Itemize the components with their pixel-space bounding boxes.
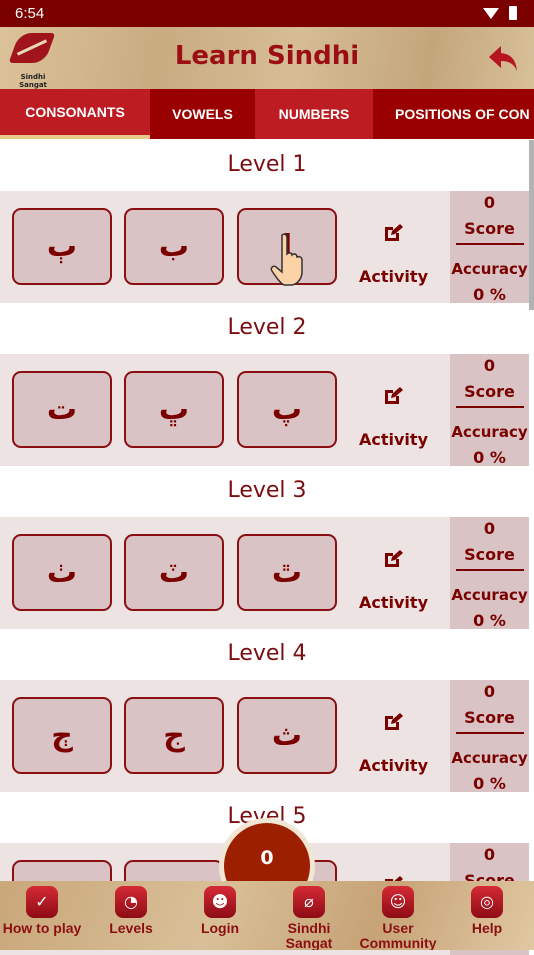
nav-item[interactable]: ⌀ Sindhi Sangat — [264, 886, 354, 950]
letter-button[interactable]: ٺ — [12, 534, 112, 611]
tab-consonants[interactable]: CONSONANTS — [0, 89, 150, 139]
letter-button[interactable]: ج — [124, 697, 224, 774]
divider — [456, 732, 524, 734]
level-row: تڀپ Activity 0 Score Accuracy 0 % — [0, 354, 529, 467]
nav-label: Login — [200, 920, 240, 936]
level-label: Level 3 — [227, 478, 307, 503]
nav-item[interactable]: ◎ Help — [442, 886, 532, 936]
scrollbar[interactable] — [529, 140, 534, 310]
score-label: Score — [464, 708, 515, 727]
nav-label: Levels — [109, 920, 153, 936]
logo-text: Sindhi Sangat — [19, 73, 47, 89]
accuracy-label: Accuracy — [451, 586, 528, 604]
letter-button[interactable]: ٻ — [12, 208, 112, 285]
letter-button[interactable]: ب — [124, 208, 224, 285]
letter-button[interactable]: ڄ — [12, 697, 112, 774]
level-stats: 0 Score Accuracy 0 % — [450, 680, 529, 793]
activity-button[interactable]: Activity — [345, 354, 442, 466]
letter-button[interactable]: ث — [237, 697, 337, 774]
user-icon: ☻ — [204, 886, 236, 918]
tab-positions-of-consonants[interactable]: POSITIONS OF CON — [373, 89, 534, 139]
edit-icon — [385, 387, 403, 404]
page-title: Learn Sindhi — [174, 41, 360, 71]
letter-button[interactable]: پ — [237, 371, 337, 448]
level-stats: 0 Score Accuracy 0 % — [450, 517, 529, 630]
divider — [456, 243, 524, 245]
level-stats: 0 Score Accuracy 0 % — [450, 354, 529, 467]
divider — [456, 406, 524, 408]
app-header: Sindhi Sangat Learn Sindhi — [0, 27, 534, 89]
status-time: 6:54 — [15, 5, 45, 22]
nav-item[interactable]: ☻ Login — [175, 886, 265, 936]
activity-label: Activity — [359, 267, 428, 286]
nav-item[interactable]: ◔ Levels — [86, 886, 176, 936]
score-label: Score — [464, 219, 515, 238]
level-label: Level 4 — [227, 641, 307, 666]
nav-label: Help — [471, 920, 503, 936]
score-value: 0 — [483, 682, 496, 701]
community-icon: ☺ — [382, 886, 414, 918]
sindhi-sangat-icon: ⌀ — [293, 886, 325, 918]
activity-button[interactable]: Activity — [345, 680, 442, 792]
nav-label: How to play — [2, 920, 82, 936]
letter-button[interactable]: ڀ — [124, 371, 224, 448]
nav-label: User Community — [359, 920, 437, 951]
letter-button[interactable]: ت — [12, 371, 112, 448]
bottom-nav: ✓ How to play ◔ Levels ☻ Login ⌀ Sindhi Sangat ☺… — [0, 881, 534, 950]
nav-item[interactable]: ☺ User Community — [353, 886, 443, 950]
activity-button[interactable]: Activity — [345, 517, 442, 629]
level-label: Level 2 — [227, 315, 307, 340]
activity-button[interactable]: Activity — [345, 191, 442, 303]
letter-button[interactable]: ٽ — [124, 534, 224, 611]
lifebuoy-icon: ◎ — [471, 886, 503, 918]
accuracy-label: Accuracy — [451, 749, 528, 767]
accuracy-value: 0 % — [473, 285, 506, 304]
score-value: 0 — [483, 519, 496, 538]
gauge-icon: ◔ — [115, 886, 147, 918]
wifi-icon — [483, 8, 499, 19]
edit-icon — [385, 224, 403, 241]
score-label: Score — [464, 545, 515, 564]
edit-icon — [385, 550, 403, 567]
activity-label: Activity — [359, 430, 428, 449]
accuracy-label: Accuracy — [451, 260, 528, 278]
level-row: ٺٽٿ Activity 0 Score Accuracy 0 % — [0, 517, 529, 630]
tab-vowels[interactable]: VOWELS — [150, 89, 255, 139]
nav-item[interactable]: ✓ How to play — [0, 886, 87, 936]
activity-label: Activity — [359, 593, 428, 612]
accuracy-value: 0 % — [473, 611, 506, 630]
hand-pointer-icon — [270, 233, 303, 286]
nav-label: Sindhi Sangat — [285, 920, 333, 951]
tab-numbers[interactable]: NUMBERS — [255, 89, 373, 139]
level-label: Level 1 — [227, 152, 307, 177]
back-arrow-icon[interactable] — [487, 44, 519, 72]
status-bar: 6:54 — [0, 0, 534, 27]
accuracy-value: 0 % — [473, 448, 506, 467]
activity-label: Activity — [359, 756, 428, 775]
divider — [456, 569, 524, 571]
battery-icon — [509, 6, 517, 20]
score-value: 0 — [483, 845, 496, 864]
score-value: 0 — [483, 193, 496, 212]
level-row: ٻبا Activity 0 Score Accuracy 0 % — [0, 191, 529, 304]
accuracy-label: Accuracy — [451, 423, 528, 441]
accuracy-value: 0 % — [473, 774, 506, 793]
edit-icon — [385, 713, 403, 730]
level-stats: 0 Score Accuracy 0 % — [450, 191, 529, 304]
how-to-play-icon: ✓ — [26, 886, 58, 918]
category-tabs: CONSONANTS VOWELS NUMBERS POSITIONS OF C… — [0, 89, 534, 139]
score-label: Score — [464, 382, 515, 401]
letter-button[interactable]: ٿ — [237, 534, 337, 611]
score-value: 0 — [483, 356, 496, 375]
level-row: ڄجث Activity 0 Score Accuracy 0 % — [0, 680, 529, 793]
